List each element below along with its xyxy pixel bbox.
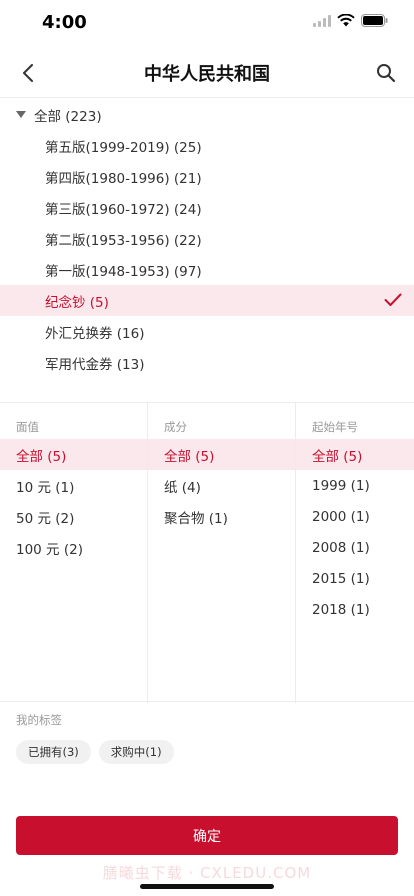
chevron-left-icon xyxy=(23,64,33,82)
tag-owned[interactable]: 已拥有(3) xyxy=(16,740,91,764)
denomination-option-10[interactable]: 10 元 (1) xyxy=(0,470,147,501)
tag-list: 已拥有(3) 求购中(1) xyxy=(0,740,414,764)
battery-icon xyxy=(361,14,388,27)
tree-item-label: 军用代金券 (13) xyxy=(45,356,145,373)
material-header: 成分 xyxy=(164,420,187,434)
my-tags-section: 我的标签 已拥有(3) 求购中(1) xyxy=(0,712,414,764)
start-year-option-2000[interactable]: 2000 (1) xyxy=(296,501,414,532)
home-indicator xyxy=(140,884,274,889)
my-tags-title: 我的标签 xyxy=(16,713,62,727)
category-tree: 全部 (223) 第五版(1999-2019) (25) 第四版(1980-19… xyxy=(0,99,414,378)
tree-root-label: 全部 (223) xyxy=(34,108,102,125)
tree-item-label: 第四版(1980-1996) (21) xyxy=(45,170,202,187)
wifi-icon xyxy=(337,14,355,27)
status-icons xyxy=(313,14,388,27)
material-option-all[interactable]: 全部 (5) xyxy=(148,439,295,470)
caret-down-icon xyxy=(16,111,26,118)
checkmark-icon xyxy=(384,293,402,306)
tree-item-label: 外汇兑换券 (16) xyxy=(45,325,145,342)
nav-bar: 中华人民共和国 xyxy=(0,48,414,98)
tree-item-label: 第一版(1948-1953) (97) xyxy=(45,263,202,280)
back-button[interactable] xyxy=(14,59,42,87)
tree-item-label: 第三版(1960-1972) (24) xyxy=(45,201,202,218)
tree-item-2nd-edition[interactable]: 第二版(1953-1956) (22) xyxy=(0,223,414,254)
search-icon xyxy=(377,64,396,83)
denomination-option-100[interactable]: 100 元 (2) xyxy=(0,532,147,563)
cellular-signal-icon xyxy=(313,14,331,27)
start-year-option-2008[interactable]: 2008 (1) xyxy=(296,532,414,563)
start-year-option-2018[interactable]: 2018 (1) xyxy=(296,594,414,625)
confirm-button[interactable]: 确定 xyxy=(16,816,398,855)
search-button[interactable] xyxy=(372,59,400,87)
tree-item-4th-edition[interactable]: 第四版(1980-1996) (21) xyxy=(0,161,414,192)
material-option-paper[interactable]: 纸 (4) xyxy=(148,470,295,501)
material-option-polymer[interactable]: 聚合物 (1) xyxy=(148,501,295,532)
denomination-option-all[interactable]: 全部 (5) xyxy=(0,439,147,470)
start-year-option-1999[interactable]: 1999 (1) xyxy=(296,470,414,501)
denomination-option-50[interactable]: 50 元 (2) xyxy=(0,501,147,532)
tree-item-1st-edition[interactable]: 第一版(1948-1953) (97) xyxy=(0,254,414,285)
start-year-option-2015[interactable]: 2015 (1) xyxy=(296,563,414,594)
watermark: 膳曦虫下载 · CXLEDU.COM xyxy=(102,864,312,882)
status-time: 4:00 xyxy=(42,12,87,33)
page-title: 中华人民共和国 xyxy=(144,64,270,85)
start-year-option-all[interactable]: 全部 (5) xyxy=(296,439,414,470)
start-year-header: 起始年号 xyxy=(312,420,358,434)
tree-item-3rd-edition[interactable]: 第三版(1960-1972) (24) xyxy=(0,192,414,223)
tree-item-label: 纪念钞 (5) xyxy=(45,294,109,311)
material-column: 成分 全部 (5) 纸 (4) 聚合物 (1) xyxy=(148,403,296,703)
tree-root[interactable]: 全部 (223) xyxy=(0,99,414,130)
status-bar: 4:00 xyxy=(0,0,414,46)
tree-item-5th-edition[interactable]: 第五版(1999-2019) (25) xyxy=(0,130,414,161)
tree-item-label: 第五版(1999-2019) (25) xyxy=(45,139,202,156)
tree-item-military-vouchers[interactable]: 军用代金券 (13) xyxy=(0,347,414,378)
tree-item-commemorative[interactable]: 纪念钞 (5) xyxy=(0,285,414,316)
denomination-column: 面值 全部 (5) 10 元 (1) 50 元 (2) 100 元 (2) xyxy=(0,403,148,703)
tag-wanted[interactable]: 求购中(1) xyxy=(98,740,174,764)
tree-item-fx-certificates[interactable]: 外汇兑换券 (16) xyxy=(0,316,414,347)
tree-item-label: 第二版(1953-1956) (22) xyxy=(45,232,202,249)
filter-panel: 面值 全部 (5) 10 元 (1) 50 元 (2) 100 元 (2) 成分… xyxy=(0,402,414,703)
denomination-header: 面值 xyxy=(16,420,39,434)
start-year-column: 起始年号 全部 (5) 1999 (1) 2000 (1) 2008 (1) 2… xyxy=(296,403,414,703)
